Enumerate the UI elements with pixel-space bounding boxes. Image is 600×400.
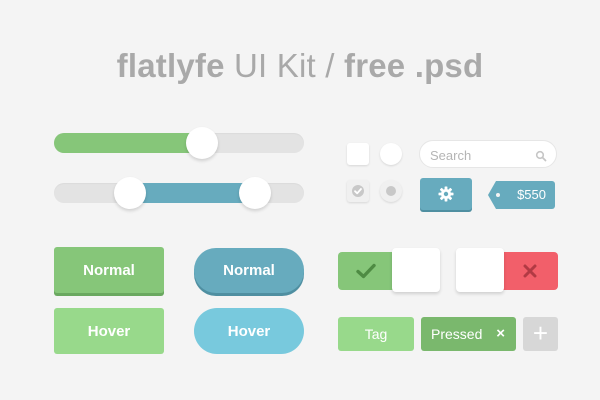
- tag-pressed[interactable]: Pressed ×: [421, 317, 516, 351]
- settings-button[interactable]: [420, 178, 472, 210]
- toggle-switch-on[interactable]: [338, 248, 440, 292]
- check-icon: [356, 263, 376, 279]
- close-icon[interactable]: ×: [496, 317, 505, 351]
- range-slider-fill: [130, 183, 254, 203]
- slider-handle[interactable]: [186, 127, 218, 159]
- range-slider-high-handle[interactable]: [239, 177, 271, 209]
- title-suffix: free .psd: [344, 47, 484, 84]
- price-tag-label: $550: [496, 181, 555, 209]
- plus-icon: +: [532, 318, 549, 348]
- toggle-handle[interactable]: [392, 248, 440, 292]
- toggle-switch-off[interactable]: [456, 248, 558, 292]
- search-input[interactable]: [430, 145, 530, 165]
- page-title: flatlyfe UI Kit / free .psd: [0, 44, 600, 88]
- slider-fill: [54, 133, 202, 153]
- toggle-handle[interactable]: [456, 248, 504, 292]
- price-tag: $550: [488, 181, 555, 209]
- title-middle: UI Kit /: [234, 47, 335, 84]
- blue-normal-button[interactable]: Normal: [194, 248, 304, 293]
- blue-hover-button[interactable]: Hover: [194, 308, 304, 354]
- price-tag-hole: [496, 193, 500, 197]
- green-normal-button[interactable]: Normal: [54, 247, 164, 293]
- price-tag-point: [488, 181, 496, 209]
- checkbox-checked[interactable]: [347, 180, 369, 202]
- green-hover-button[interactable]: Hover: [54, 308, 164, 354]
- radio-unchecked[interactable]: [380, 143, 402, 165]
- title-brand: flatlyfe: [116, 47, 225, 84]
- close-icon: [523, 264, 537, 278]
- check-icon: [352, 185, 364, 197]
- add-tag-button[interactable]: +: [523, 317, 558, 351]
- search-box[interactable]: [419, 140, 557, 168]
- search-icon[interactable]: [535, 149, 547, 162]
- checkbox-unchecked[interactable]: [347, 143, 369, 165]
- gear-icon: [438, 186, 454, 202]
- tag[interactable]: Tag: [338, 317, 414, 351]
- tag-pressed-label: Pressed: [431, 326, 483, 342]
- slider-track[interactable]: [54, 133, 304, 153]
- radio-checked[interactable]: [380, 180, 402, 202]
- range-slider-low-handle[interactable]: [114, 177, 146, 209]
- radio-dot: [386, 186, 396, 196]
